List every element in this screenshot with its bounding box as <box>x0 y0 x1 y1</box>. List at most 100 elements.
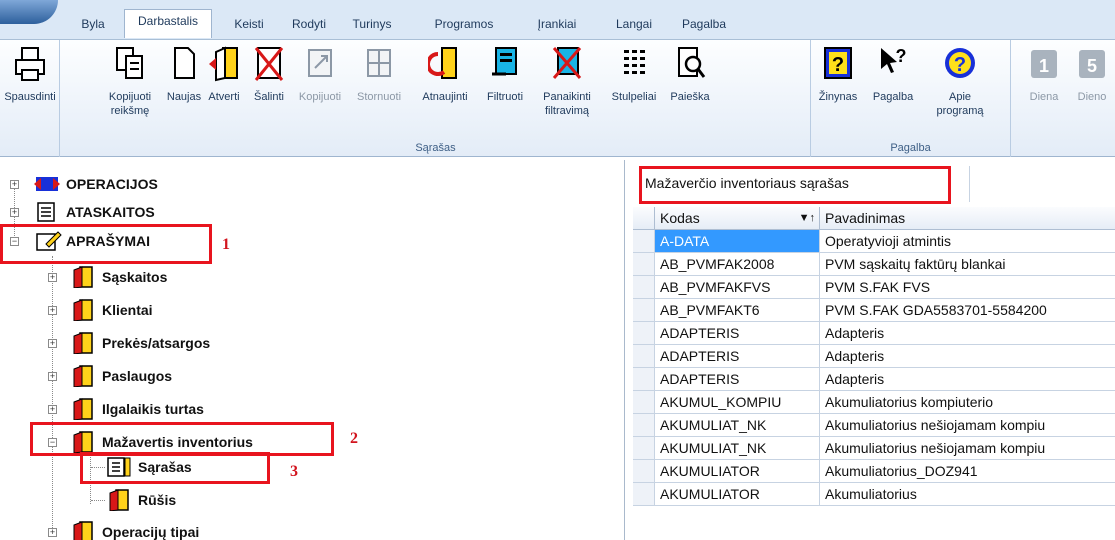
tab-programos[interactable]: Programos <box>418 12 510 36</box>
tree-node-klientai[interactable]: Klientai <box>68 299 153 321</box>
row-indicator[interactable] <box>633 299 655 322</box>
tab-darbastalis[interactable]: Darbastalis <box>124 9 212 38</box>
expand-paslaugos[interactable]: + <box>48 372 57 381</box>
table-row[interactable]: A-DATA Operatyvioji atmintis <box>633 230 1115 253</box>
tree-node-paslaugos[interactable]: Paslaugos <box>68 365 172 387</box>
tab-langai[interactable]: Langai <box>604 12 664 36</box>
row-indicator[interactable] <box>633 414 655 437</box>
row-indicator[interactable] <box>633 322 655 345</box>
about-button[interactable]: ? Apie programą <box>925 44 995 130</box>
column-header-kodas[interactable]: Kodas ▼↑ <box>655 207 820 230</box>
tree-node-operaciju-tipai[interactable]: Operacijų tipai <box>68 521 199 540</box>
cell-pavadinimas[interactable]: Operatyvioji atmintis <box>820 230 1115 253</box>
row-indicator[interactable] <box>633 460 655 483</box>
cell-pavadinimas[interactable]: Akumuliatorius nešiojamam kompiu <box>820 414 1115 437</box>
row-indicator[interactable] <box>633 368 655 391</box>
copy-value-button[interactable]: Kopijuoti reikšmę <box>95 44 165 130</box>
tab-irankiai[interactable]: Įrankiai <box>520 12 594 36</box>
expand-operaciju-tipai[interactable]: + <box>48 528 57 537</box>
table-row[interactable]: AB_PVMFAK2008 PVM sąskaitų faktūrų blanka… <box>633 253 1115 276</box>
table-row[interactable]: AKUMULIATOR Akumuliatorius_DOZ941 <box>633 460 1115 483</box>
row-indicator[interactable] <box>633 230 655 253</box>
cell-pavadinimas[interactable]: PVM S.FAK GDA5583701-5584200 <box>820 299 1115 322</box>
expand-saskaitos[interactable]: + <box>48 273 57 282</box>
filter-button[interactable]: Filtruoti <box>479 44 531 130</box>
help-button[interactable]: ? Pagalba <box>865 44 921 130</box>
expand-prekes[interactable]: + <box>48 339 57 348</box>
tab-turinys[interactable]: Turinys <box>344 12 400 36</box>
cell-kodas[interactable]: A-DATA <box>655 230 820 253</box>
delete-button[interactable]: Šalinti <box>247 44 291 130</box>
new-label: Naujas <box>166 91 202 103</box>
cell-kodas[interactable]: AB_PVMFAKFVS <box>655 276 820 299</box>
tree-node-ilgalaikis[interactable]: Ilgalaikis turtas <box>68 398 204 420</box>
tree-node-saskaitos[interactable]: Sąskaitos <box>68 266 167 288</box>
cell-kodas[interactable]: ADAPTERIS <box>655 368 820 391</box>
tree-node-rusis[interactable]: Rūšis <box>104 489 176 511</box>
new-button[interactable]: Naujas <box>165 44 203 130</box>
remove-filter-button[interactable]: Panaikinti filtravimą <box>531 44 603 130</box>
cell-pavadinimas[interactable]: PVM sąskaitų faktūrų blankai <box>820 253 1115 276</box>
cell-kodas[interactable]: AKUMULIATOR <box>655 460 820 483</box>
row-indicator[interactable] <box>633 345 655 368</box>
delete-icon <box>254 47 284 81</box>
tab-byla[interactable]: Byla <box>72 12 114 36</box>
table-row[interactable]: AKUMULIAT_NK Akumuliatorius nešiojamam ko… <box>633 414 1115 437</box>
cell-kodas[interactable]: ADAPTERIS <box>655 345 820 368</box>
cell-kodas[interactable]: AKUMULIAT_NK <box>655 437 820 460</box>
tab-pagalba[interactable]: Pagalba <box>672 12 736 36</box>
cell-pavadinimas[interactable]: Adapteris <box>820 345 1115 368</box>
copy-button[interactable]: Kopijuoti <box>293 44 347 130</box>
row-indicator[interactable] <box>633 253 655 276</box>
tree-node-prekes[interactable]: Prekės/atsargos <box>68 332 210 354</box>
table-row[interactable]: ADAPTERIS Adapteris <box>633 368 1115 391</box>
column-header-pavadinimas[interactable]: Pavadinimas <box>820 207 1115 230</box>
cell-pavadinimas[interactable]: Akumuliatorius <box>820 483 1115 506</box>
tab-keisti[interactable]: Keisti <box>222 12 276 36</box>
days-button[interactable]: 5 Dieno <box>1070 44 1114 130</box>
table-row[interactable]: ADAPTERIS Adapteris <box>633 345 1115 368</box>
cell-kodas[interactable]: AB_PVMFAKT6 <box>655 299 820 322</box>
printer-icon <box>15 47 45 81</box>
cell-pavadinimas[interactable]: Akumuliatorius kompiuterio <box>820 391 1115 414</box>
app-menu-orb[interactable] <box>0 0 58 24</box>
cell-pavadinimas[interactable]: Adapteris <box>820 322 1115 345</box>
print-button[interactable]: Spausdinti <box>3 44 57 130</box>
cell-kodas[interactable]: ADAPTERIS <box>655 322 820 345</box>
tree-node-operacijos[interactable]: OPERACIJOS <box>32 173 158 195</box>
tree-node-ataskaitos[interactable]: ATASKAITOS <box>32 201 155 223</box>
expand-ataskaitos[interactable]: + <box>10 208 19 217</box>
refresh-button[interactable]: Atnaujinti <box>413 44 477 130</box>
row-indicator[interactable] <box>633 483 655 506</box>
row-indicator[interactable] <box>633 276 655 299</box>
table-row[interactable]: AKUMULIAT_NK Akumuliatorius nešiojamam ko… <box>633 437 1115 460</box>
cell-pavadinimas[interactable]: Akumuliatorius nešiojamam kompiu <box>820 437 1115 460</box>
expand-operacijos[interactable]: + <box>10 180 19 189</box>
cell-kodas[interactable]: AKUMULIATOR <box>655 483 820 506</box>
expand-klientai[interactable]: + <box>48 306 57 315</box>
table-row[interactable]: AKUMULIATOR Akumuliatorius <box>633 483 1115 506</box>
tab-rodyti[interactable]: Rodyti <box>282 12 336 36</box>
cell-kodas[interactable]: AKUMUL_KOMPIU <box>655 391 820 414</box>
row-indicator[interactable] <box>633 391 655 414</box>
help-book-button[interactable]: ? Žinynas <box>813 44 863 130</box>
highlight-box-3 <box>80 452 270 484</box>
table-row[interactable]: AB_PVMFAKT6 PVM S.FAK GDA5583701-5584200 <box>633 299 1115 322</box>
cancel-button[interactable]: Stornuoti <box>347 44 411 130</box>
cell-pavadinimas[interactable]: Adapteris <box>820 368 1115 391</box>
columns-button[interactable]: Stulpeliai <box>603 44 665 130</box>
table-row[interactable]: AKUMUL_KOMPIU Akumuliatorius kompiuterio <box>633 391 1115 414</box>
operations-icon <box>34 177 60 191</box>
cell-kodas[interactable]: AKUMULIAT_NK <box>655 414 820 437</box>
cell-kodas[interactable]: AB_PVMFAK2008 <box>655 253 820 276</box>
expand-ilgalaikis[interactable]: + <box>48 405 57 414</box>
search-button[interactable]: Paieška <box>665 44 715 130</box>
day-button[interactable]: 1 Diena <box>1022 44 1066 130</box>
table-row[interactable]: AB_PVMFAKFVS PVM S.FAK FVS <box>633 276 1115 299</box>
cell-pavadinimas[interactable]: Akumuliatorius_DOZ941 <box>820 460 1115 483</box>
row-indicator[interactable] <box>633 437 655 460</box>
cell-pavadinimas[interactable]: PVM S.FAK FVS <box>820 276 1115 299</box>
open-button[interactable]: Atverti <box>203 44 245 130</box>
help-label: Pagalba <box>872 91 914 103</box>
table-row[interactable]: ADAPTERIS Adapteris <box>633 322 1115 345</box>
